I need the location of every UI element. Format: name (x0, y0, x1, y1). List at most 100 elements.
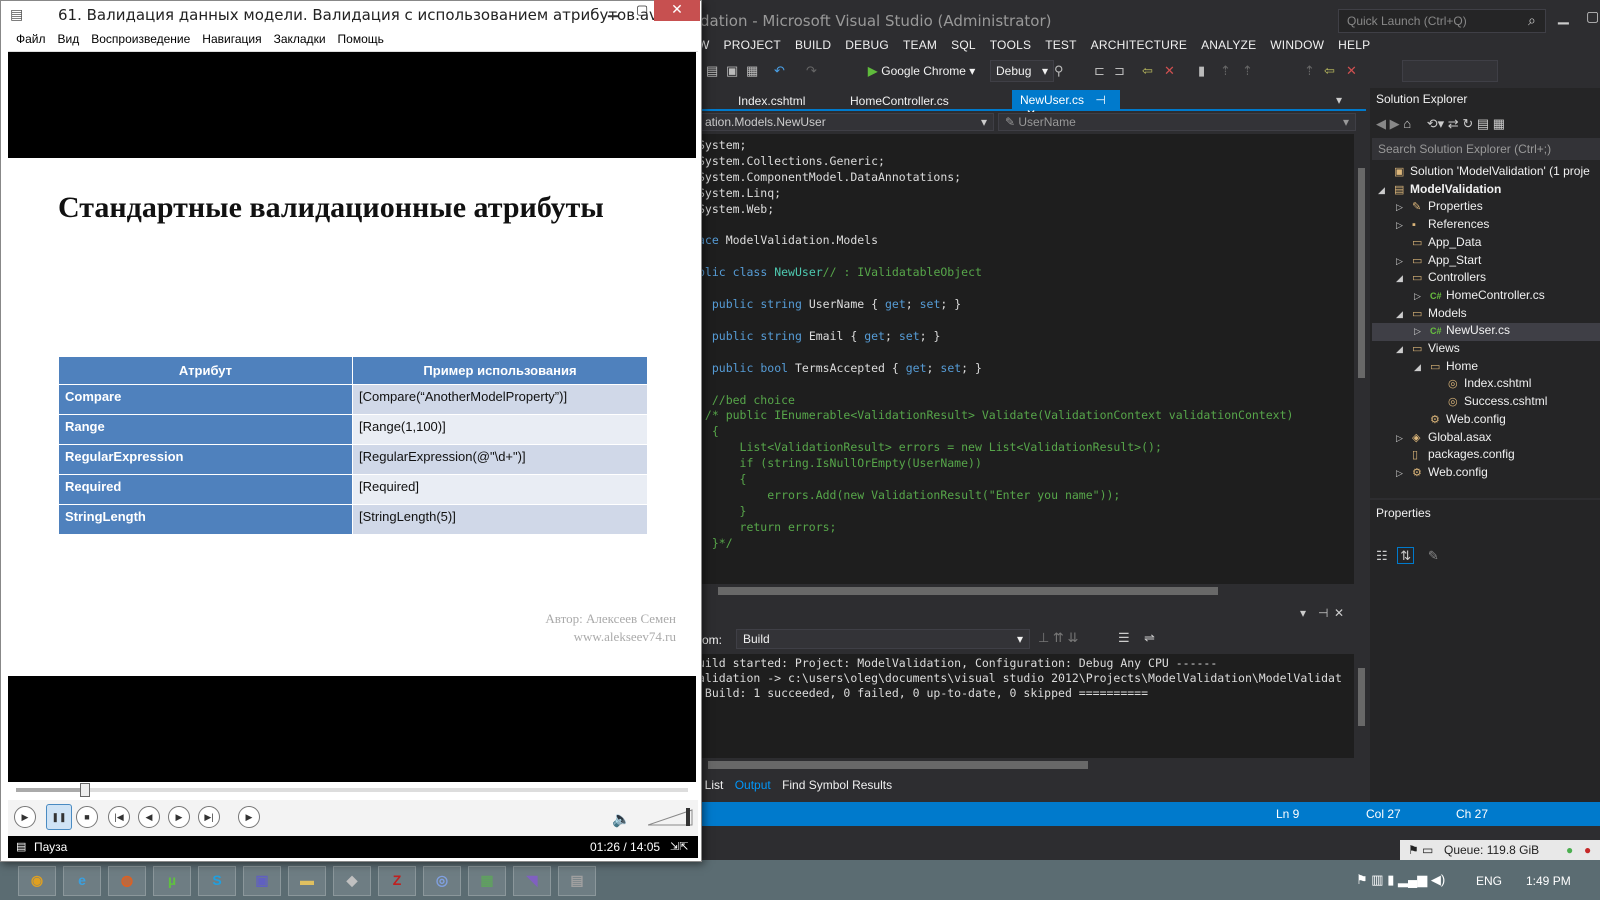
tree-item[interactable]: ⚙ Web.config (1372, 412, 1600, 430)
taskbar-firefox-icon[interactable]: ◍ (108, 866, 146, 896)
scrollbar-thumb[interactable] (1358, 668, 1365, 726)
menu-item[interactable]: ANALYZE (1201, 38, 1256, 52)
editor-horizontal-scrollbar[interactable] (698, 584, 1368, 598)
expand-arrow-icon[interactable]: ◢ (1414, 362, 1430, 373)
clear-bookmark-icon[interactable]: ✕ (1164, 63, 1175, 79)
expand-arrow-icon[interactable]: ◢ (1396, 309, 1412, 320)
next-icon[interactable]: ▶| (198, 806, 220, 828)
maximize-icon[interactable]: ▢ (636, 2, 648, 18)
show-all-icon[interactable]: ▦ (1493, 116, 1505, 131)
flag-icon[interactable]: ⚑ (1356, 872, 1368, 887)
member-dropdown[interactable]: ✎ UserName ▾ (998, 113, 1356, 131)
language-indicator[interactable]: ENG (1476, 874, 1502, 888)
menu-item[interactable]: PROJECT (724, 38, 781, 52)
tree-item[interactable]: ◢ ▭ Models (1372, 306, 1600, 324)
menu-item[interactable]: SQL (951, 38, 976, 52)
seek-handle[interactable] (79, 783, 90, 797)
tab-find-symbol[interactable]: Find Symbol Results (782, 778, 892, 792)
tree-item[interactable]: ▷ ⚙ Web.config (1372, 465, 1600, 483)
taskbar-explorer-icon[interactable]: ▬ (288, 866, 326, 896)
undo-icon[interactable]: ↶ (774, 63, 785, 79)
quick-launch-input[interactable]: Quick Launch (Ctrl+Q) (1338, 9, 1546, 33)
tree-item[interactable]: ▷ C# HomeController.cs (1372, 288, 1600, 306)
player-menu-item[interactable]: Помощь (338, 32, 384, 46)
minimize-icon[interactable]: ▁ (608, 2, 618, 18)
alphabetical-icon[interactable]: ⇅ (1397, 547, 1415, 564)
start-debug-button[interactable]: ▶ Google Chrome ▾ (868, 64, 975, 78)
type-dropdown[interactable]: ation.Models.NewUser ▾ (698, 113, 994, 131)
menu-item[interactable]: DEBUG (845, 38, 889, 52)
tab-homecontroller[interactable]: HomeController.cs (850, 94, 949, 108)
pin-icon[interactable]: ⊣ (1318, 606, 1328, 620)
player-menu-item[interactable]: Воспроизведение (91, 32, 190, 46)
pin-icon[interactable]: ⊣ (1095, 93, 1105, 107)
tree-item[interactable]: ◢ ▭ Controllers (1372, 270, 1600, 288)
output-source-dropdown[interactable]: Build ▾ (736, 629, 1030, 649)
taskbar-visual-studio-icon[interactable]: ◥ (513, 866, 551, 896)
maximize-icon[interactable]: ▢ (1586, 8, 1599, 25)
close-icon[interactable]: ✕ (1334, 606, 1344, 620)
seek-bar[interactable] (16, 788, 688, 792)
solution-search-input[interactable]: Search Solution Explorer (Ctrl+;) (1372, 138, 1600, 160)
menu-item[interactable]: BUILD (795, 38, 831, 52)
fullscreen-icon[interactable]: ⇲⇱ (670, 840, 688, 853)
config-dropdown[interactable]: Debug ▾ (990, 60, 1054, 82)
menu-item[interactable]: TEST (1045, 38, 1076, 52)
attach-icon[interactable]: ⚲ (1054, 63, 1064, 79)
taskbar-chrome-icon[interactable]: ◉ (18, 866, 56, 896)
tree-item[interactable]: ▷ ◈ Global.asax (1372, 430, 1600, 448)
taskbar-installer-icon[interactable]: ▦ (468, 866, 506, 896)
property-pages-icon[interactable]: ✎ (1428, 548, 1439, 563)
taskbar-network-icon[interactable]: ◎ (423, 866, 461, 896)
tree-item[interactable]: ▷ C# NewUser.cs (1372, 323, 1600, 342)
platform-dropdown[interactable] (1402, 60, 1498, 82)
stop-icon[interactable]: ■ (76, 806, 98, 828)
menu-item[interactable]: TEAM (903, 38, 937, 52)
chevron-down-icon[interactable]: ▾ (1300, 606, 1306, 620)
prev-icon[interactable]: ⇡ (1220, 63, 1231, 79)
minimize-icon[interactable]: ▁ (1558, 8, 1569, 25)
search-icon[interactable]: ⌕ (1528, 12, 1536, 29)
frame-step-icon[interactable]: ▶ (238, 806, 260, 828)
format-icon[interactable]: ⊐ (1114, 63, 1125, 79)
sync-icon[interactable]: ⇄ (1448, 116, 1459, 131)
taskbar-skype-icon[interactable]: S (198, 866, 236, 896)
back-icon[interactable]: ◀ (1376, 116, 1386, 131)
player-menu-item[interactable]: Закладки (274, 32, 326, 46)
menu-item[interactable]: WINDOW (1270, 38, 1324, 52)
scrollbar-thumb[interactable] (718, 587, 1218, 595)
player-menu-item[interactable]: Вид (58, 32, 80, 46)
clear-all-icon[interactable]: ☰ (1118, 630, 1130, 646)
tree-item[interactable]: ▯ packages.config (1372, 447, 1600, 465)
signal-icon[interactable]: ▂▄▆ (1398, 872, 1427, 887)
expand-arrow-icon[interactable]: ▷ (1414, 291, 1430, 302)
code-editor[interactable]: System; System.Collections.Generic; System… (698, 134, 1354, 584)
history-icon[interactable]: ⟲▾ (1427, 116, 1444, 131)
tab-list-icon[interactable]: ▾ (1336, 93, 1342, 107)
volume-icon[interactable]: ◀) (1431, 872, 1445, 887)
expand-arrow-icon[interactable]: ◢ (1378, 185, 1394, 196)
output-text[interactable]: uild started: Project: ModelValidation, … (698, 654, 1354, 758)
expand-arrow-icon[interactable]: ◢ (1396, 273, 1412, 284)
expand-arrow-icon[interactable]: ▷ (1396, 220, 1412, 231)
tree-item[interactable]: ◎ Success.cshtml (1372, 394, 1600, 412)
home-icon[interactable]: ⌂ (1403, 116, 1411, 131)
tree-item[interactable]: ▣ Solution 'ModelValidation' (1 proje (1372, 164, 1600, 182)
pause-button[interactable]: ❚❚ (46, 804, 72, 830)
expand-arrow-icon[interactable]: ◢ (1396, 344, 1412, 355)
output-horizontal-scrollbar[interactable] (698, 758, 1368, 772)
menu-item[interactable]: ARCHITECTURE (1091, 38, 1187, 52)
toggle-bookmark-icon[interactable]: ⇦ (1324, 63, 1335, 79)
close-button[interactable]: ✕ (654, 0, 700, 21)
volume-slider[interactable] (648, 808, 694, 826)
play-icon[interactable]: ▶ (14, 806, 36, 828)
expand-arrow-icon[interactable]: ▷ (1414, 326, 1430, 337)
app-icon[interactable]: ▤ (10, 6, 23, 23)
find-message-icon[interactable]: ⊥ ⇈ ⇊ (1038, 630, 1078, 646)
network-icon[interactable]: ▥ (1371, 872, 1383, 887)
expand-arrow-icon[interactable]: ▷ (1396, 202, 1412, 213)
player-menu-item[interactable]: Навигация (202, 32, 261, 46)
tree-item[interactable]: ▷ ▪ References (1372, 217, 1600, 235)
scrollbar-thumb[interactable] (1358, 168, 1365, 378)
next-icon[interactable]: ⇡ (1242, 63, 1253, 79)
